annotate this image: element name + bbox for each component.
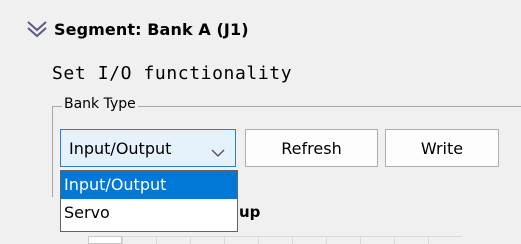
tab[interactable] <box>428 236 462 244</box>
segment-title: Segment: Bank A (J1) <box>54 19 249 39</box>
write-button[interactable]: Write <box>385 129 499 167</box>
dropdown-option-servo[interactable]: Servo <box>61 199 237 227</box>
bank-type-dropdown-list: Input/Output Servo <box>60 170 238 232</box>
obscured-label: up <box>239 203 261 221</box>
tab[interactable] <box>394 236 428 244</box>
tab[interactable] <box>122 236 156 244</box>
tab[interactable] <box>326 236 360 244</box>
section-title: Set I/O functionality <box>52 63 293 84</box>
tab[interactable] <box>258 236 292 244</box>
bank-type-selected-value: Input/Output <box>69 138 172 158</box>
refresh-button[interactable]: Refresh <box>245 129 378 167</box>
tab[interactable] <box>190 236 224 244</box>
chevron-down-icon <box>211 143 225 157</box>
tab[interactable] <box>224 236 258 244</box>
tab[interactable] <box>156 236 190 244</box>
bank-type-select[interactable]: Input/Output <box>60 129 236 167</box>
double-chevron-down-icon[interactable] <box>26 20 48 38</box>
dropdown-option-input-output[interactable]: Input/Output <box>61 171 237 199</box>
tab[interactable] <box>292 236 326 244</box>
tab[interactable] <box>360 236 394 244</box>
tab[interactable] <box>88 236 122 244</box>
bank-type-legend: Bank Type <box>62 96 138 112</box>
segment-header[interactable]: Segment: Bank A (J1) <box>26 17 249 41</box>
segment-panel: Segment: Bank A (J1) Set I/O functionali… <box>0 0 521 244</box>
tab-strip <box>88 236 468 244</box>
